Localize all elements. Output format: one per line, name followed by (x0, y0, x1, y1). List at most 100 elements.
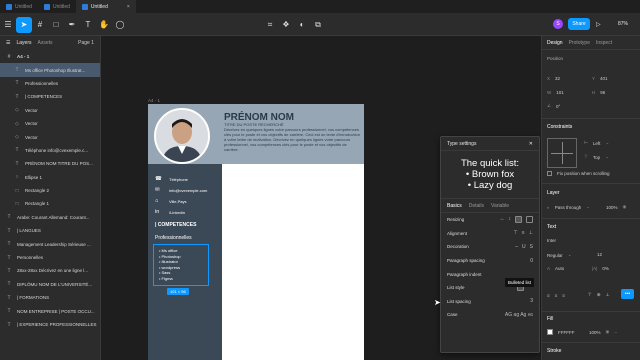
tab-details[interactable]: Details (469, 203, 484, 209)
layer-item[interactable]: T Professionnelles (0, 77, 100, 90)
share-button[interactable]: Share (568, 18, 590, 30)
constraint-vertical[interactable]: ⊤ Top ⌄ (584, 154, 609, 160)
layer-item[interactable]: T DIPLÔMU NOM DE L'UNIVERSITÉ... (0, 278, 100, 291)
auto-height-icon[interactable]: ↕ (509, 216, 512, 223)
strikethrough-icon[interactable]: S (530, 244, 533, 250)
layer-item[interactable]: T Management Leadership Sérieuse ... (0, 237, 100, 250)
layer-item[interactable]: ◇ Vector (0, 130, 100, 143)
fixed-size-icon[interactable] (515, 216, 522, 224)
minus-icon: – (614, 329, 617, 335)
y-field[interactable]: Y 401 (592, 76, 608, 81)
cv-section-professionnelles[interactable]: Professionnelles (155, 235, 192, 241)
file-tab[interactable]: Untitled (38, 0, 76, 13)
file-tab[interactable]: Untitled (0, 0, 38, 13)
height-field[interactable]: H 96 (592, 90, 605, 95)
no-decoration-icon[interactable]: – (515, 244, 518, 250)
layer-item[interactable]: □ Rectangle 2 (0, 184, 100, 197)
tab-variable[interactable]: Variable (491, 203, 509, 209)
layer-item[interactable]: ◇ Vector (0, 104, 100, 117)
frame-tool-icon[interactable]: # (32, 17, 48, 33)
tab-design[interactable]: Design (547, 40, 563, 46)
constraints-widget[interactable] (547, 138, 577, 168)
tab-basics[interactable]: Basics (447, 203, 462, 209)
layer-item[interactable]: T Arabe: Courant Allemand: Courant... (0, 211, 100, 224)
rotation-field[interactable]: ∠ 0° (547, 103, 560, 109)
layer-item[interactable]: T | COMPETENCES (0, 90, 100, 103)
avatar[interactable]: S (553, 19, 563, 29)
layer-item[interactable]: T 28xx-28xx Décrivez en une ligne l... (0, 264, 100, 277)
align-middle-icon[interactable]: ≡ (522, 230, 525, 236)
font-size-input[interactable]: 12 (597, 252, 602, 257)
layer-item[interactable]: T Personnelles (0, 251, 100, 264)
text-align-controls[interactable]: ≡ ≡ ≡ ⊤ ⊕ ⊥ (547, 292, 610, 298)
letter-spacing-input[interactable]: |A| 0% (592, 266, 609, 271)
layer-item[interactable]: T | FORMATIONS (0, 291, 100, 304)
main-menu-icon[interactable]: ☰ (0, 17, 16, 33)
zoom-level[interactable]: 87% (618, 21, 628, 27)
pen-tool-icon[interactable]: ✒ (64, 17, 80, 33)
tab-layers[interactable]: Layers (16, 40, 31, 46)
x-field[interactable]: X 32 (547, 76, 560, 81)
frame-label[interactable]: A4 - 1 (148, 98, 160, 103)
list-spacing-input[interactable]: 3 (530, 298, 533, 304)
layer-item[interactable]: T | EXPERIENCE PROFESSIONNELLES (0, 318, 100, 331)
layer-type-icon: T (7, 227, 11, 234)
auto-width-icon[interactable]: ↔ (500, 216, 505, 223)
panel-toggle-icon[interactable]: ☰ (6, 40, 10, 46)
align-bottom-icon[interactable]: ⊥ (529, 230, 533, 236)
layer-item[interactable]: ○ Ellipse 1 (0, 171, 100, 184)
preview-heading: The quick list: (460, 158, 520, 169)
blend-mode-select[interactable]: ◐ Pass through ⌄ (547, 204, 590, 210)
comment-tool-icon[interactable]: ◯ (112, 17, 128, 33)
component-icon[interactable]: ❖ (278, 17, 294, 33)
cv-intro[interactable]: Décrivez en quelques lignes votre parcou… (224, 127, 360, 152)
layer-opacity[interactable]: 100% ◉ (606, 204, 626, 210)
align-top-icon[interactable]: ⊤ (513, 230, 517, 236)
font-family-select[interactable]: Inter (547, 238, 556, 243)
boolean-icon[interactable]: ⧉ (310, 17, 326, 33)
shape-tool-icon[interactable]: □ (48, 17, 64, 33)
crop-icon[interactable]: ⌗ (262, 17, 278, 33)
constraint-horizontal[interactable]: ⊢ Left ⌄ (584, 140, 609, 146)
layer-item[interactable]: T PRÉNOM NOM TITRE DU POS... (0, 157, 100, 170)
layer-frame[interactable]: # A4 - 1 (0, 50, 100, 63)
contact-location[interactable]: ⌂ Ville,Pays (155, 198, 187, 204)
underline-icon[interactable]: U (522, 244, 526, 250)
close-icon[interactable]: × (127, 4, 130, 10)
contact-email[interactable]: ✉ info@cvexemple.com (155, 187, 207, 193)
font-weight-select[interactable]: Regular ⌄ (547, 252, 572, 258)
play-icon[interactable]: ▷ (596, 21, 601, 28)
line-height-input[interactable]: A Auto (547, 266, 564, 271)
layer-item[interactable]: □ Rectangle 1 (0, 197, 100, 210)
tab-prototype[interactable]: Prototype (569, 40, 590, 46)
contact-phone[interactable]: ☎ Téléphone (155, 176, 188, 182)
truncate-icon[interactable] (526, 216, 533, 224)
fill-opacity[interactable]: 100% ◉ – (589, 329, 617, 335)
more-text-options-button[interactable]: ••• (621, 289, 634, 299)
tab-inspect[interactable]: Inspect (596, 40, 612, 46)
layer-label: PRÉNOM NOM TITRE DU POS... (25, 161, 93, 167)
move-tool-icon[interactable]: ➤ (16, 16, 32, 33)
tab-assets[interactable]: Assets (38, 40, 53, 46)
profile-photo[interactable] (154, 108, 210, 164)
fill-color[interactable]: FFFFFF (547, 329, 575, 335)
contact-linkedin[interactable]: in/Linkedin (155, 209, 185, 215)
text-tool-icon[interactable]: T (80, 17, 96, 33)
layer-item[interactable]: T Téléphone info@cvexemple.c... (0, 144, 100, 157)
hand-tool-icon[interactable]: ✋ (96, 17, 112, 33)
width-field[interactable]: W 101 (547, 90, 564, 95)
file-tab-active[interactable]: Untitled × (75, 0, 136, 13)
case-options[interactable]: AG ag Ag ᴀɢ (505, 312, 533, 318)
contrast-icon[interactable]: ◐ (294, 17, 310, 33)
layer-item[interactable]: T Ms office Photoshop Illustrat... (0, 63, 100, 77)
cv-section-competences[interactable]: | COMPETENCES (155, 222, 196, 228)
fix-position-checkbox[interactable]: Fix position when scrolling (547, 171, 610, 176)
fill-swatch[interactable] (547, 329, 553, 335)
close-icon[interactable]: ✕ (529, 141, 533, 147)
layer-item[interactable]: T | LANGUES (0, 224, 100, 237)
selection-box[interactable] (153, 244, 209, 286)
layer-item[interactable]: ◇ Vector (0, 117, 100, 130)
paragraph-spacing-input[interactable]: 0 (530, 258, 533, 264)
layer-item[interactable]: T NOM ENTREPRISE | POSTE OCCU... (0, 304, 100, 317)
page-selector[interactable]: Page 1 (78, 40, 94, 46)
